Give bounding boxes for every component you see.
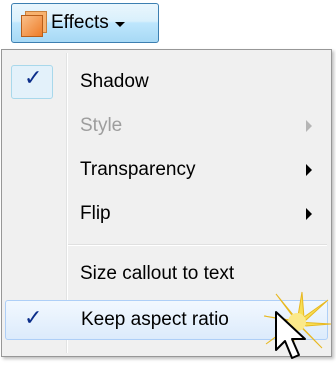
menu-item-label: Style (80, 115, 123, 136)
menu-item-label: Size callout to text (80, 263, 235, 284)
checkmark-icon: ✓ (24, 306, 43, 331)
menu-item-label: Keep aspect ratio (81, 309, 229, 330)
menu-item-style: Style (5, 106, 328, 146)
menu-item-flip[interactable]: Flip (5, 194, 328, 234)
submenu-arrow-icon (306, 120, 312, 132)
screenshot-stage: Effects ✓ Shadow Style Transparency Flip (0, 0, 336, 373)
mouse-pointer-icon (275, 311, 306, 359)
menu-item-label: Transparency (80, 159, 196, 180)
menu-separator (68, 244, 327, 246)
menu-item-shadow[interactable]: ✓ Shadow (5, 62, 328, 102)
submenu-arrow-icon (306, 164, 312, 176)
menu-item-transparency[interactable]: Transparency (5, 150, 328, 190)
shape-effects-icon (19, 9, 47, 37)
menu-item-label: Shadow (80, 71, 149, 92)
checkmark-icon: ✓ (24, 66, 43, 91)
effects-dropdown-button[interactable]: Effects (11, 3, 159, 43)
menu-item-label: Flip (80, 203, 111, 224)
menu-item-size-callout-to-text[interactable]: Size callout to text (5, 254, 328, 294)
submenu-arrow-icon (306, 208, 312, 220)
effects-button-label: Effects (51, 12, 109, 33)
chevron-down-icon (114, 21, 125, 27)
